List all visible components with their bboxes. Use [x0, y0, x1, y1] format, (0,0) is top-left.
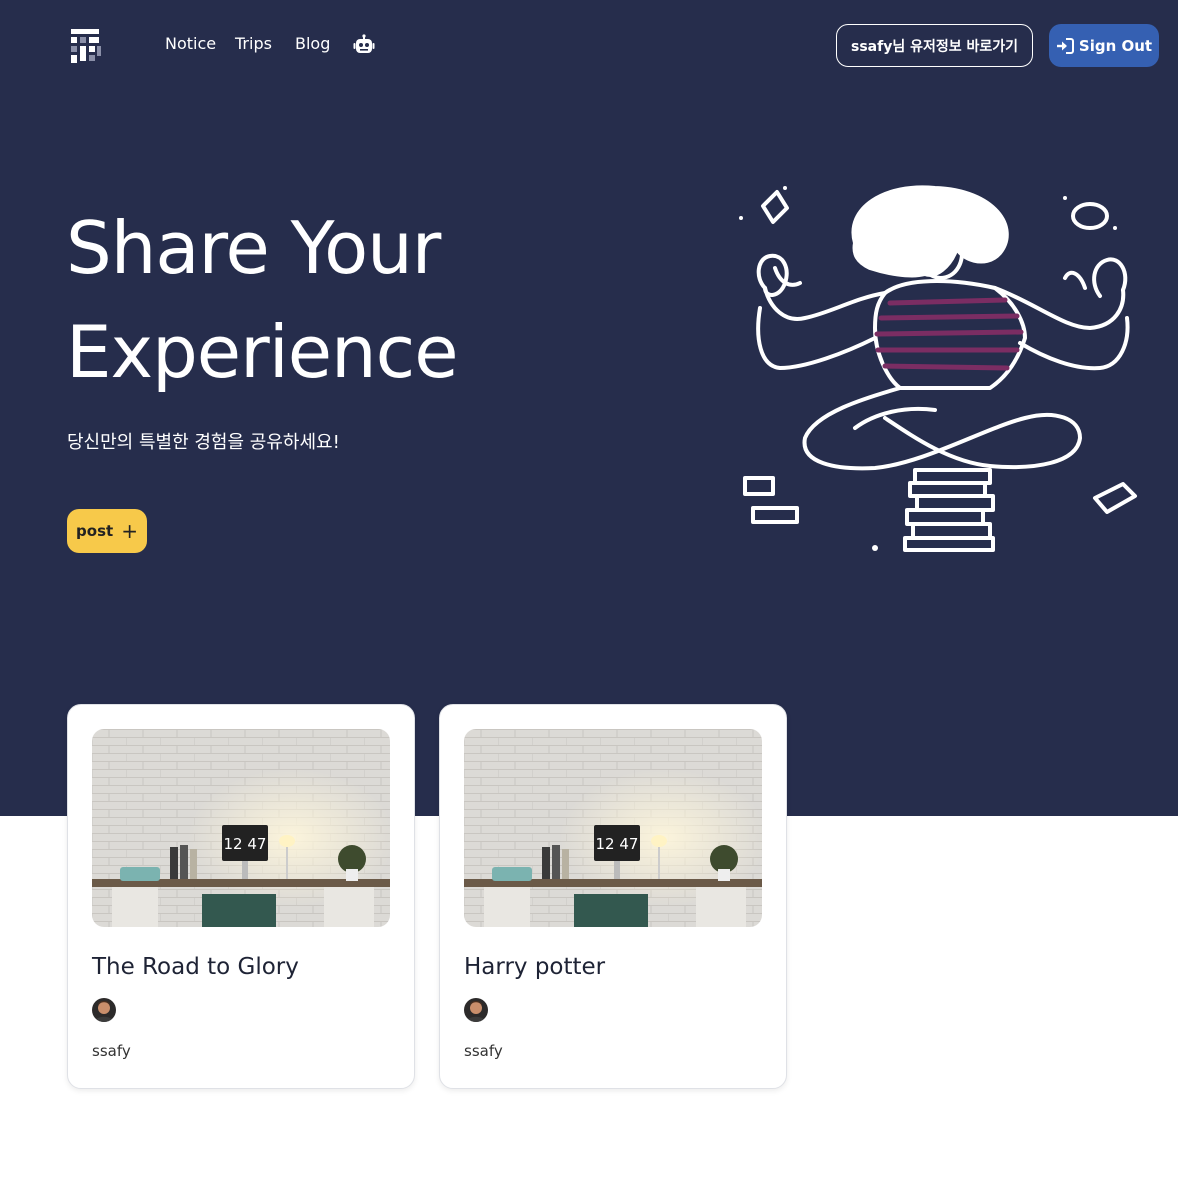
- post-button[interactable]: post +: [67, 509, 147, 553]
- nav-notice-link[interactable]: Notice: [165, 34, 216, 54]
- thumbnail-clock-text: 12 47: [596, 835, 639, 853]
- hero-title: Share Your Experience: [66, 196, 586, 404]
- post-button-label: post: [76, 522, 114, 540]
- post-card[interactable]: 12 47 The Road to Glory ssafy: [67, 704, 415, 1089]
- logo-icon[interactable]: [69, 27, 103, 65]
- post-thumbnail[interactable]: 12 47: [92, 729, 390, 927]
- thumbnail-clock-text: 12 47: [224, 835, 267, 853]
- post-author: ssafy: [92, 1042, 131, 1060]
- author-avatar: [92, 998, 116, 1022]
- navbar: Notice Trips Blog ssafy님 유저정보 바로가기 Sign …: [0, 0, 1178, 90]
- author-avatar: [464, 998, 488, 1022]
- post-thumbnail[interactable]: 12 47: [464, 729, 762, 927]
- nav-trips-link[interactable]: Trips: [235, 34, 272, 54]
- nav-blog-link[interactable]: Blog: [295, 34, 330, 54]
- robot-icon[interactable]: [353, 34, 375, 56]
- hero-title-line-2: Experience: [66, 310, 459, 394]
- post-title[interactable]: Harry potter: [464, 952, 605, 982]
- sign-out-button[interactable]: Sign Out: [1049, 24, 1159, 67]
- sign-out-label: Sign Out: [1078, 36, 1153, 55]
- post-title[interactable]: The Road to Glory: [92, 952, 299, 982]
- post-card[interactable]: 12 47 Harry potter ssafy: [439, 704, 787, 1089]
- hero-title-line-1: Share Your: [66, 206, 441, 290]
- sign-in-arrow-icon: [1056, 37, 1074, 54]
- plus-icon: +: [121, 519, 138, 543]
- user-profile-button[interactable]: ssafy님 유저정보 바로가기: [836, 24, 1033, 67]
- hero-subtitle: 당신만의 특별한 경험을 공유하세요!: [67, 432, 340, 453]
- meditating-woman-illustration: [739, 185, 1137, 552]
- post-author: ssafy: [464, 1042, 503, 1060]
